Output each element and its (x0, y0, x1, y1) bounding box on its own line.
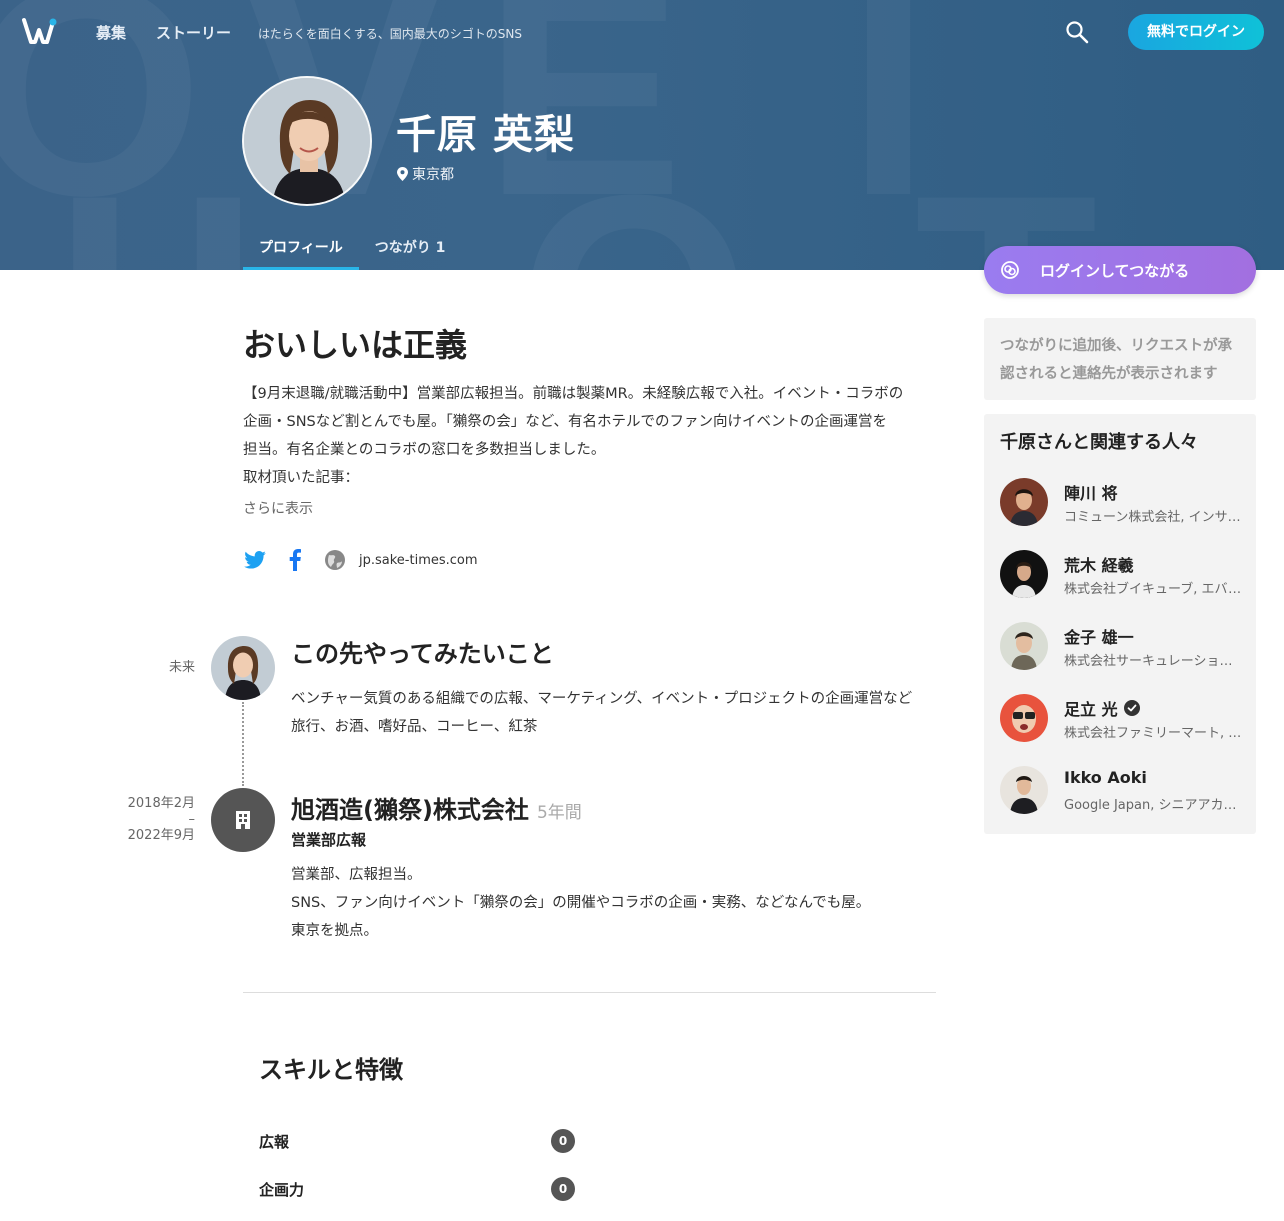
related-people-panel: 千原さんと関連する人々 陣川 将 コミューン株式会社, インサイドセールス 荒木… (984, 414, 1256, 834)
job-line: 営業部、広報担当。 (291, 867, 422, 883)
timeline-connector (242, 702, 244, 786)
nav-stories-link[interactable]: ストーリー (156, 22, 231, 43)
connect-button-label: ログインしてつながる (1040, 261, 1190, 280)
tab-profile[interactable]: プロフィール (243, 236, 359, 270)
job-date-separator: – (188, 812, 196, 827)
profile-name: 千原 英梨 (396, 112, 575, 158)
job-description: 営業部、広報担当。 SNS、ファン向けイベント「獺祭の会」の開催やコラボの企画・… (291, 861, 941, 945)
related-person[interactable]: 金子 雄一 株式会社サーキュレーション, 代表取締役 (1000, 622, 1244, 672)
social-links: jp.sake-times.com (243, 548, 478, 572)
show-more-link[interactable]: さらに表示 (243, 498, 313, 518)
website-link[interactable]: jp.sake-times.com (359, 553, 478, 568)
person-name: 荒木 経羲 (1064, 556, 1134, 575)
contact-info-note: つながりに追加後、リクエストが承認されると連絡先が表示されます (984, 318, 1256, 400)
intro-line: 企画・SNSなど割とんでも屋。「獺祭の会」など、有名ホテルでのファン向けイベント… (243, 414, 888, 430)
person-affiliation: コミューン株式会社, インサイドセールス (1064, 510, 1244, 525)
wantedly-logo-icon[interactable] (22, 16, 58, 46)
twitter-icon[interactable] (243, 548, 267, 572)
person-affiliation: 株式会社ブイキューブ, エバンジェリスト (1064, 582, 1244, 597)
related-person[interactable]: Ikko Aoki Google Japan, シニアアカウントマネージャー (1000, 766, 1244, 816)
related-people-title: 千原さんと関連する人々 (1000, 432, 1198, 453)
future-line: ベンチャー気質のある組織での広報、マーケティング、イベント・プロジェクトの企画運… (291, 691, 913, 707)
skills-title: スキルと特徴 (259, 1056, 403, 1084)
skill-row[interactable]: 広報 0 (259, 1128, 575, 1154)
person-avatar[interactable] (1000, 622, 1048, 670)
person-name: Ikko Aoki (1064, 768, 1147, 787)
skill-endorse-count[interactable]: 0 (551, 1129, 575, 1153)
skill-name: 企画力 (259, 1180, 305, 1199)
person-affiliation: 株式会社サーキュレーション, 代表取締役 (1064, 654, 1244, 669)
nav-recruit-link[interactable]: 募集 (96, 22, 126, 43)
person-name: 金子 雄一 (1064, 628, 1134, 647)
section-divider (243, 992, 936, 993)
person-name: 陣川 将 (1064, 484, 1118, 503)
job-duration: 5年間 (536, 803, 582, 823)
job-line: SNS、ファン向けイベント「獺祭の会」の開催やコラボの企画・実務、などなんでも屋… (291, 895, 871, 911)
nav-tagline: はたらくを面白くする、国内最大のシゴトのSNS (258, 27, 522, 41)
login-to-connect-button[interactable]: ログインしてつながる (984, 246, 1256, 294)
person-avatar[interactable] (1000, 478, 1048, 526)
timeline-future-label: 未来 (168, 660, 195, 675)
globe-icon[interactable] (323, 548, 347, 572)
login-button[interactable]: 無料でログイン (1128, 14, 1264, 50)
person-avatar[interactable] (1000, 694, 1048, 742)
location-pin-icon (397, 167, 408, 181)
future-description: ベンチャー気質のある組織での広報、マーケティング、イベント・プロジェクトの企画運… (291, 685, 941, 741)
intro-line: 担当。有名企業とのコラボの窓口を多数担当しました。 (243, 442, 606, 458)
search-icon[interactable] (1064, 19, 1090, 45)
job-role: 営業部広報 (291, 831, 367, 849)
future-line: 旅行、お酒、嗜好品、コーヒー、紅茶 (291, 719, 538, 735)
person-avatar[interactable] (1000, 550, 1048, 598)
person-name: 足立 光 (1064, 696, 1140, 720)
verified-badge-icon (1123, 700, 1140, 716)
job-date-range: 2018年2月 – 2022年9月 (95, 796, 195, 844)
company-building-icon (211, 788, 275, 852)
future-title: この先やってみたいこと (291, 640, 554, 668)
profile-avatar (242, 76, 372, 206)
skill-row[interactable]: 企画力 0 (259, 1176, 575, 1202)
person-affiliation: 株式会社ファミリーマート, エグゼクティブ (1064, 726, 1244, 741)
tab-connections[interactable]: つながり 1 (359, 236, 462, 270)
person-avatar[interactable] (1000, 766, 1048, 814)
connect-icon (1001, 261, 1019, 279)
facebook-icon[interactable] (283, 548, 307, 572)
hero-background-pattern-row2: HL O T (0, 150, 1138, 270)
job-line: 東京を拠点。 (291, 923, 378, 939)
profile-location-text: 東京都 (412, 167, 454, 183)
top-navigation: 募集 ストーリー はたらくを面白くする、国内最大のシゴトのSNS 無料でログイン (0, 0, 1284, 64)
profile-location: 東京都 (397, 164, 454, 184)
related-person[interactable]: 足立 光 株式会社ファミリーマート, エグゼクティブ (1000, 694, 1244, 744)
profile-headline: おいしいは正義 (243, 326, 468, 364)
skill-endorse-count[interactable]: 0 (551, 1177, 575, 1201)
profile-intro: 【9月末退職/就職活動中】営業部広報担当。前職は製薬MR。未経験広報で入社。イベ… (243, 380, 936, 492)
job-date-start: 2018年2月 (127, 796, 195, 811)
job-title-row: 旭酒造(獺祭)株式会社 5年間 (291, 790, 582, 825)
related-person[interactable]: 荒木 経羲 株式会社ブイキューブ, エバンジェリスト (1000, 550, 1244, 600)
profile-tabs: プロフィール つながり 1 (243, 236, 461, 270)
company-name[interactable]: 旭酒造(獺祭)株式会社 (291, 796, 529, 824)
job-date-end: 2022年9月 (127, 828, 195, 843)
intro-line: 【9月末退職/就職活動中】営業部広報担当。前職は製薬MR。未経験広報で入社。イベ… (243, 386, 904, 402)
person-affiliation: Google Japan, シニアアカウントマネージャー (1064, 798, 1244, 813)
profile-header: OVE I HL O T 募集 ストーリー はたらくを面白くする、国内最大のシゴ… (0, 0, 1284, 270)
timeline-avatar (211, 636, 275, 700)
skill-name: 広報 (259, 1132, 290, 1151)
related-person[interactable]: 陣川 将 コミューン株式会社, インサイドセールス (1000, 478, 1244, 528)
intro-line: 取材頂いた記事： (243, 470, 359, 486)
